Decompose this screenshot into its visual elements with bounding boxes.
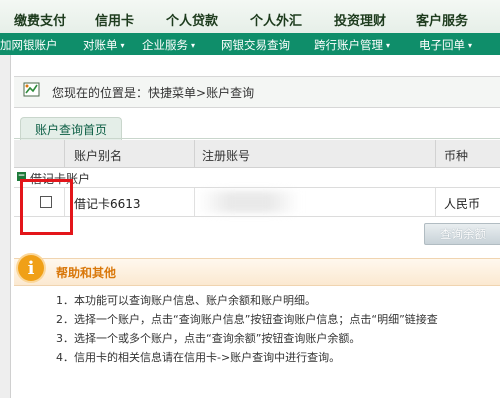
account-table-header: 账户别名 注册账号 币种	[14, 140, 500, 168]
subnav-interbank-label: 跨行账户管理	[314, 38, 383, 52]
help-line: 4．信用卡的相关信息请在信用卡->账户查询中进行查询。	[56, 351, 341, 364]
subnav-add-account[interactable]: 加网银账户	[0, 37, 58, 53]
query-balance-button[interactable]: 查询余额	[424, 223, 500, 245]
nav-item-payment[interactable]: 缴费支付	[14, 10, 66, 29]
subnav-transaction-query-label: 网银交易查询	[221, 38, 290, 52]
top-nav: 缴费支付 信用卡 个人贷款 个人外汇 投资理财 客户服务	[0, 0, 500, 33]
column-header-currency: 币种	[444, 149, 469, 163]
help-header: i 帮助和其他	[14, 255, 500, 286]
help-list: 1．本功能可以查询账户信息、账户余额和账户明细。 2．选择一个账户，点击“查询账…	[56, 291, 500, 367]
column-header-account: 注册账号	[202, 149, 251, 163]
breadcrumb: 您现在的位置是：快捷菜单>账户查询	[14, 76, 500, 108]
account-alias: 借记卡6613	[74, 197, 141, 211]
nav-item-customer-service[interactable]: 客户服务	[416, 10, 468, 29]
subnav-transaction-query[interactable]: 网银交易查询	[221, 37, 290, 53]
table-row: 借记卡6613 人民币	[14, 188, 500, 217]
column-header-alias: 账户别名	[74, 149, 123, 163]
breadcrumb-path[interactable]: 快捷菜单>账户查询	[148, 86, 254, 100]
location-icon	[22, 81, 42, 99]
help-line: 2．选择一个账户，点击“查询账户信息”按钮查询账户信息；点击“明细”链接查	[56, 313, 438, 326]
chevron-down-icon: ▾	[120, 41, 125, 50]
highlight-box	[20, 179, 73, 235]
subnav-interbank[interactable]: 跨行账户管理 ▾	[314, 37, 390, 53]
subnav-add-account-label: 加网银账户	[0, 38, 58, 52]
column-divider	[64, 140, 65, 167]
help-line: 1．本功能可以查询账户信息、账户余额和账户明细。	[56, 294, 316, 307]
column-divider	[435, 140, 436, 167]
nav-item-credit-card[interactable]: 信用卡	[95, 10, 134, 29]
breadcrumb-prefix: 您现在的位置是：	[52, 86, 149, 100]
nav-item-investment[interactable]: 投资理财	[334, 10, 386, 29]
tab-label: 账户查询首页	[34, 122, 107, 137]
subnav-e-receipt[interactable]: 电子回单 ▾	[419, 37, 472, 53]
breadcrumb-text: 您现在的位置是：快捷菜单>账户查询	[52, 84, 254, 101]
info-icon: i	[18, 255, 44, 281]
subnav-statement[interactable]: 对账单 ▾	[83, 37, 125, 53]
subnav-enterprise[interactable]: 企业服务 ▾	[142, 37, 195, 53]
sub-nav: 加网银账户 对账单 ▾ 企业服务 ▾ 网银交易查询 跨行账户管理 ▾ 电子回单 ▾	[0, 33, 500, 55]
nav-item-personal-loan[interactable]: 个人贷款	[166, 10, 218, 29]
column-divider	[194, 140, 195, 167]
subnav-statement-label: 对账单	[83, 38, 118, 52]
tab-account-query-home[interactable]: 账户查询首页	[20, 117, 122, 140]
help-title: 帮助和其他	[56, 266, 117, 280]
subnav-e-receipt-label: 电子回单	[419, 38, 465, 52]
chevron-down-icon: ▾	[468, 41, 473, 50]
nav-item-forex[interactable]: 个人外汇	[250, 10, 302, 29]
account-number-redacted	[199, 191, 299, 213]
account-group-debit: − 借记卡账户	[14, 168, 500, 188]
subnav-enterprise-label: 企业服务	[142, 38, 188, 52]
chevron-down-icon: ▾	[191, 41, 196, 50]
help-line: 3．选择一个或多个账户，点击“查询余额”按钮查询账户余额。	[56, 332, 361, 345]
chevron-down-icon: ▾	[386, 41, 391, 50]
query-balance-label: 查询余额	[440, 227, 486, 241]
left-sidebar-edge	[0, 55, 11, 398]
column-divider	[194, 188, 195, 216]
account-currency: 人民币	[444, 197, 481, 211]
column-divider	[435, 188, 436, 216]
